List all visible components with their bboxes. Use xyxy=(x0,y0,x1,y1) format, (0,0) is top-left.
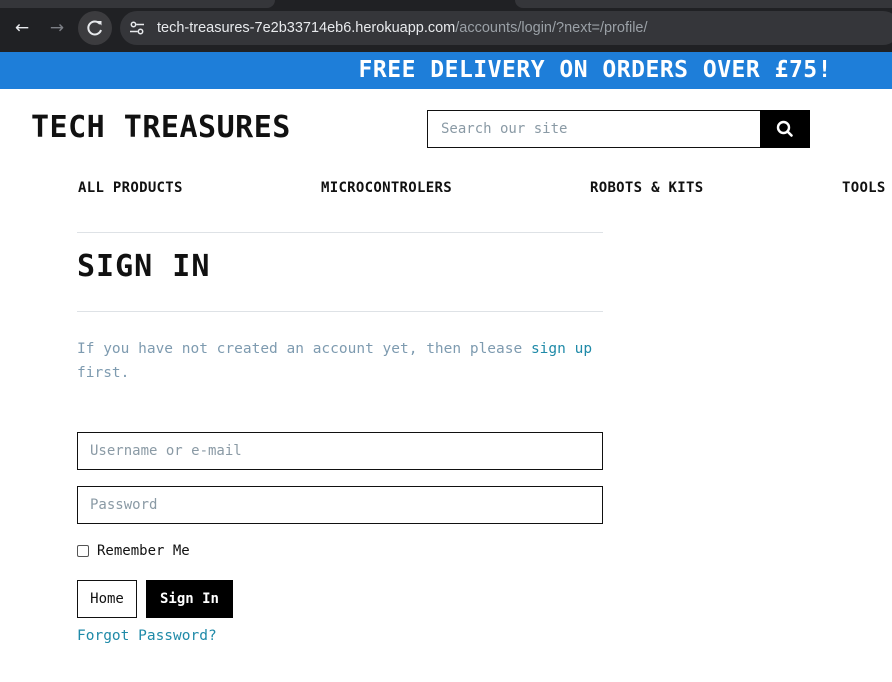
forward-button[interactable]: → xyxy=(43,14,71,42)
search-button[interactable] xyxy=(760,110,810,148)
password-field[interactable] xyxy=(77,486,603,524)
remember-me-checkbox[interactable] xyxy=(77,545,89,557)
url-text[interactable]: tech-treasures-7e2b33714eb6.herokuapp.co… xyxy=(157,11,648,45)
tab-strip-edge xyxy=(515,0,892,8)
search-form xyxy=(427,110,810,148)
url-host: tech-treasures-7e2b33714eb6.herokuapp.co… xyxy=(157,20,456,36)
signup-prompt-text: If you have not created an account yet, … xyxy=(77,341,531,357)
arrow-right-icon: → xyxy=(49,18,65,38)
nav-item-all-products[interactable]: ALL PRODUCTS xyxy=(78,180,183,196)
divider xyxy=(77,232,603,233)
url-path: /accounts/login/?next=/profile/ xyxy=(455,20,648,36)
tune-icon[interactable] xyxy=(130,21,144,35)
remember-me-label[interactable]: Remember Me xyxy=(97,543,190,559)
reload-button[interactable] xyxy=(78,11,112,45)
site-logo[interactable]: TECH TREASURES xyxy=(31,110,291,145)
back-button[interactable]: ← xyxy=(8,14,36,42)
search-icon xyxy=(776,120,793,137)
search-input[interactable] xyxy=(428,111,761,147)
forgot-password-link[interactable]: Forgot Password? xyxy=(77,628,217,644)
remember-me[interactable]: Remember Me xyxy=(77,543,190,559)
nav-item-tools[interactable]: TOOLS xyxy=(842,180,886,196)
sign-up-link[interactable]: sign up xyxy=(531,341,592,357)
nav-item-microcontrolers[interactable]: MICROCONTROLERS xyxy=(321,180,452,196)
divider xyxy=(77,311,603,312)
promo-banner: FREE DELIVERY ON ORDERS OVER £75! xyxy=(0,52,892,89)
tab-strip-edge xyxy=(0,0,275,8)
home-button[interactable]: Home xyxy=(77,580,137,618)
signup-prompt: If you have not created an account yet, … xyxy=(77,337,603,385)
arrow-left-icon: ← xyxy=(14,18,30,38)
reload-icon xyxy=(87,20,102,36)
address-bar[interactable]: tech-treasures-7e2b33714eb6.herokuapp.co… xyxy=(120,11,892,45)
browser-toolbar: ← → tech-treasures-7e2b33714eb6.herokuap… xyxy=(0,0,892,52)
signup-prompt-text: first. xyxy=(77,365,130,381)
promo-text: FREE DELIVERY ON ORDERS OVER £75! xyxy=(358,57,832,83)
username-field[interactable] xyxy=(77,432,603,470)
sign-in-button[interactable]: Sign In xyxy=(146,580,233,618)
nav-item-robots-kits[interactable]: ROBOTS & KITS xyxy=(590,180,703,196)
page-title: SIGN IN xyxy=(77,249,211,284)
